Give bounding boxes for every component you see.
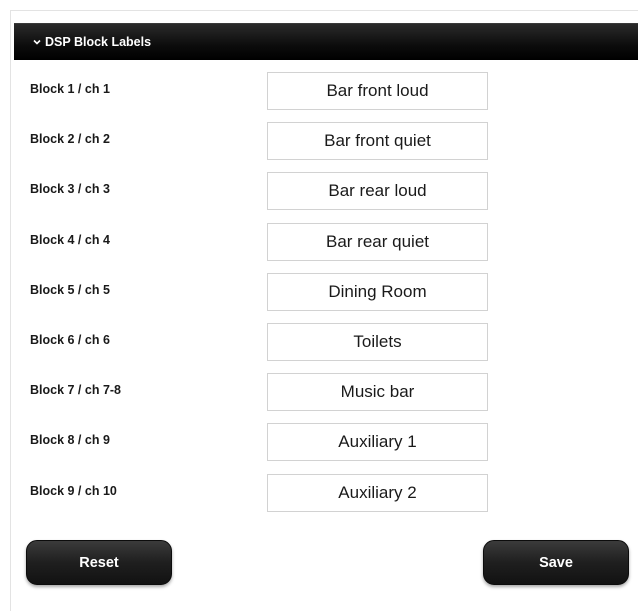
block-name-input[interactable] bbox=[267, 323, 488, 361]
section-title: DSP Block Labels bbox=[45, 35, 152, 49]
block-name-input[interactable] bbox=[267, 122, 488, 160]
block-name-input[interactable] bbox=[267, 72, 488, 110]
block-label: Block 2 / ch 2 bbox=[30, 132, 110, 146]
block-label: Block 6 / ch 6 bbox=[30, 333, 110, 347]
block-name-input[interactable] bbox=[267, 273, 488, 311]
save-button-label: Save bbox=[539, 554, 573, 571]
block-label: Block 9 / ch 10 bbox=[30, 484, 117, 498]
section-header[interactable]: DSP Block Labels bbox=[14, 23, 638, 60]
block-name-input[interactable] bbox=[267, 474, 488, 512]
block-name-input[interactable] bbox=[267, 223, 488, 261]
reset-button-label: Reset bbox=[79, 554, 119, 571]
block-label: Block 5 / ch 5 bbox=[30, 283, 110, 297]
save-button[interactable]: Save bbox=[483, 540, 629, 585]
block-label: Block 1 / ch 1 bbox=[30, 82, 110, 96]
block-label: Block 3 / ch 3 bbox=[30, 182, 110, 196]
block-label: Block 7 / ch 7-8 bbox=[30, 383, 122, 397]
block-name-input[interactable] bbox=[267, 172, 488, 210]
block-label: Block 8 / ch 9 bbox=[30, 433, 110, 447]
reset-button[interactable]: Reset bbox=[26, 540, 172, 585]
chevron-down-icon[interactable] bbox=[32, 37, 42, 47]
block-label: Block 4 / ch 4 bbox=[30, 233, 110, 247]
block-name-input[interactable] bbox=[267, 373, 488, 411]
block-name-input[interactable] bbox=[267, 423, 488, 461]
